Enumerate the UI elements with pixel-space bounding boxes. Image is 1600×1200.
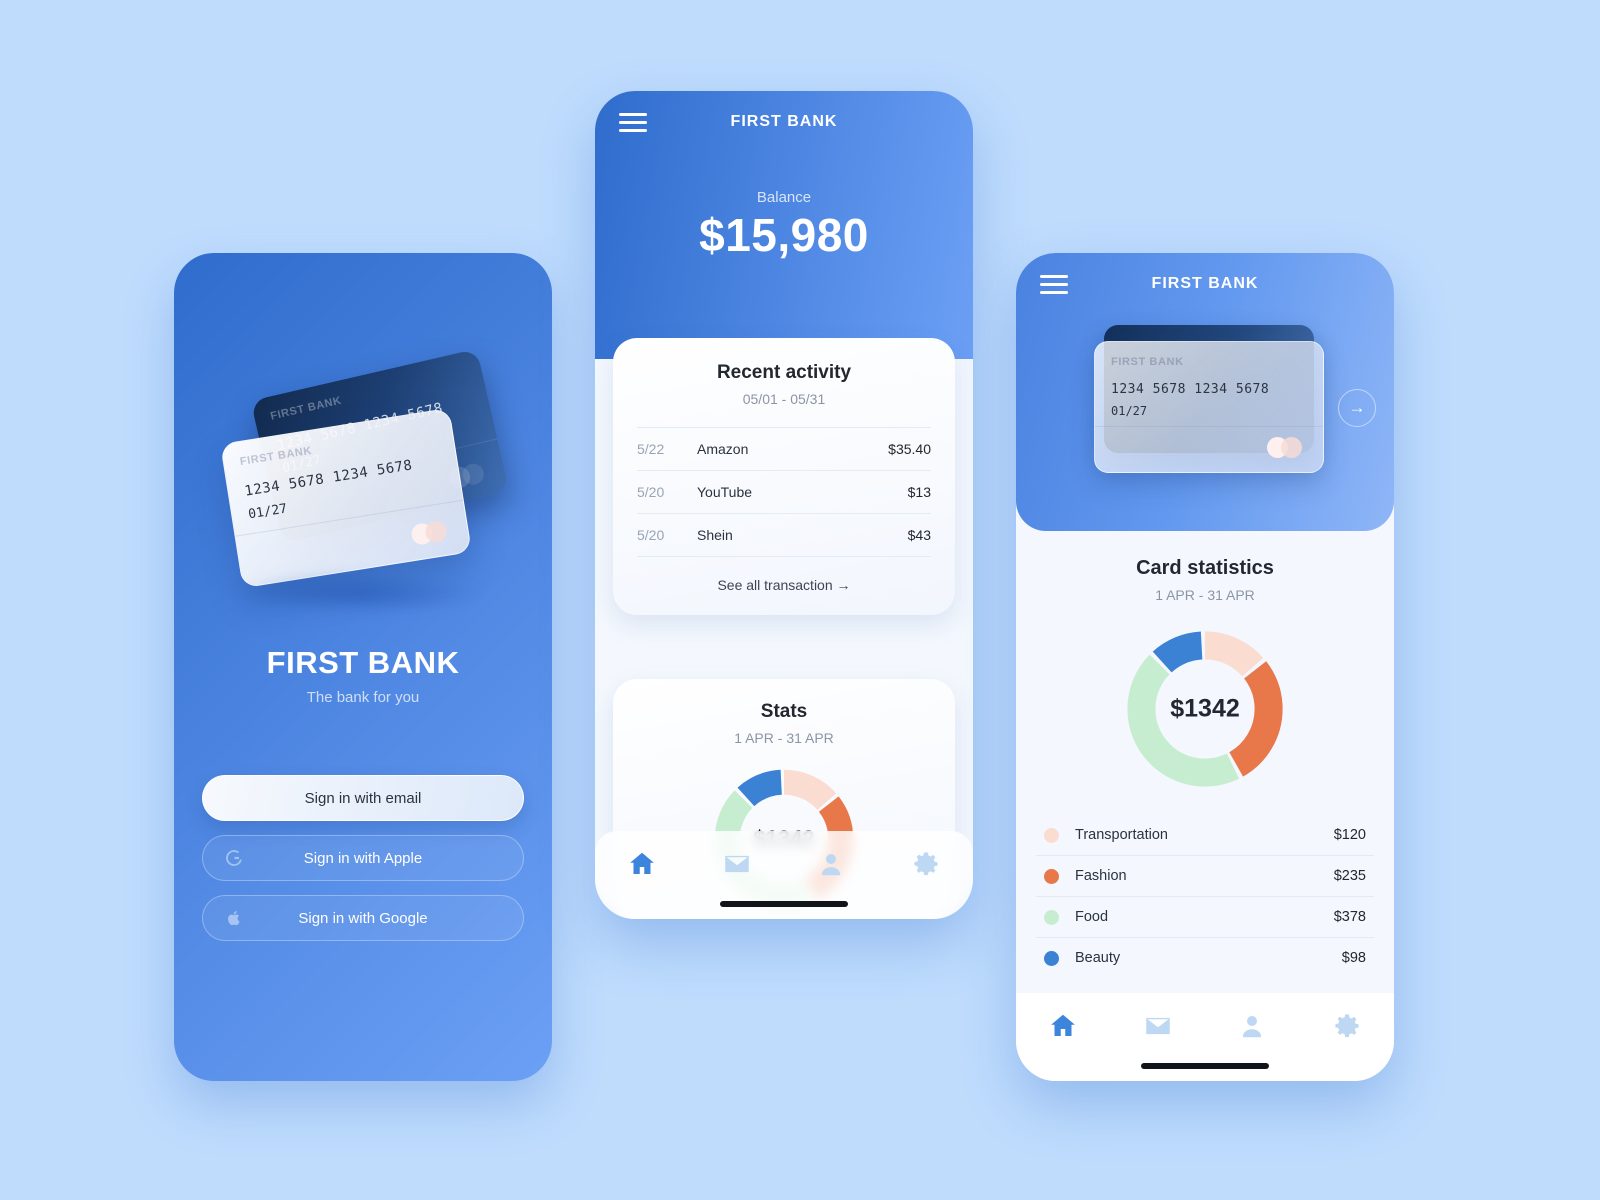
page-title: FIRST BANK	[266, 645, 460, 680]
tab-settings[interactable]	[1332, 1011, 1362, 1041]
legend-label: Fashion	[1075, 868, 1127, 884]
dashboard-screen: FIRST BANK Balance $15,980 Recent activi…	[595, 91, 973, 919]
card-statistics-screen: FIRST BANK FIRST BANK 1234 5678 1234 567…	[1016, 253, 1394, 1081]
legend-color-dot	[1044, 909, 1059, 925]
card-brand: FIRST BANK	[1111, 356, 1184, 368]
table-row[interactable]: 5/20 Shein $43	[637, 513, 931, 557]
legend-value: $378	[1333, 909, 1366, 925]
recent-activity-date-range: 05/01 - 05/31	[742, 391, 826, 407]
app-title: FIRST BANK	[730, 113, 838, 130]
sign-in-apple-label: Sign in with Apple	[303, 849, 423, 867]
transaction-amount: $13	[907, 484, 931, 500]
sign-in-google-label: Sign in with Google	[298, 909, 428, 927]
canvas: FIRST BANK 1234 5678 1234 5678 01/27 FIR…	[0, 0, 1600, 1200]
tab-settings[interactable]	[911, 849, 941, 879]
sign-in-apple-button[interactable]: Sign in with Apple	[202, 835, 524, 881]
card-chip-icon	[1267, 437, 1307, 458]
top-bar: FIRST BANK	[595, 91, 973, 153]
login-screen: FIRST BANK 1234 5678 1234 5678 01/27 FIR…	[174, 253, 552, 1081]
transaction-merchant: YouTube	[697, 484, 753, 500]
top-bar: FIRST BANK	[1016, 253, 1394, 315]
page-title: Card statistics	[1136, 557, 1274, 579]
balance-label: Balance	[756, 189, 812, 206]
app-title: FIRST BANK	[1151, 275, 1259, 292]
apple-logo-icon	[223, 907, 245, 929]
transaction-date: 5/22	[637, 441, 665, 457]
arrow-right-icon[interactable]: →	[1338, 389, 1376, 427]
home-indicator	[1141, 1063, 1269, 1069]
recent-activity-title: Recent activity	[716, 362, 852, 383]
transaction-amount: $35.40	[888, 441, 931, 457]
tab-home[interactable]	[627, 849, 657, 879]
transaction-amount: $43	[907, 527, 931, 543]
tab-mail[interactable]	[722, 849, 752, 879]
table-row[interactable]: 5/22 Amazon $35.40	[637, 427, 931, 470]
tab-mail[interactable]	[1143, 1011, 1173, 1041]
legend-label: Food	[1075, 909, 1109, 925]
donut-center-total: $1342	[1170, 694, 1240, 723]
stats-date-range: 1 APR - 31 APR	[734, 730, 834, 746]
transaction-merchant: Shein	[697, 527, 733, 543]
card-statistics-donut-chart: $1342	[1121, 625, 1289, 793]
home-indicator	[720, 901, 848, 907]
list-item[interactable]: Beauty $98	[1036, 938, 1374, 978]
sign-in-google-button[interactable]: Sign in with Google	[202, 895, 524, 941]
credit-card-front[interactable]: FIRST BANK 1234 5678 1234 5678 01/27	[1094, 341, 1324, 473]
dashboard-header: FIRST BANK Balance $15,980	[595, 91, 973, 359]
legend-value: $120	[1333, 827, 1366, 843]
hamburger-menu-icon[interactable]	[1040, 270, 1068, 299]
recent-activity-card: Recent activity 05/01 - 05/31 5/22 Amazo…	[613, 338, 955, 615]
list-item[interactable]: Food $378	[1036, 897, 1374, 938]
stats-date-range: 1 APR - 31 APR	[1155, 587, 1255, 603]
statistics-header: FIRST BANK FIRST BANK 1234 5678 1234 567…	[1016, 253, 1394, 531]
see-all-transactions-link[interactable]: See all transaction →	[637, 577, 931, 593]
transaction-merchant: Amazon	[697, 441, 749, 457]
google-g-icon	[223, 847, 245, 869]
transaction-date: 5/20	[637, 484, 665, 500]
tab-profile[interactable]	[816, 849, 846, 879]
card-divider	[1095, 426, 1323, 427]
legend-color-dot	[1044, 950, 1059, 966]
card-chip-icon	[410, 519, 453, 547]
balance-amount: $15,980	[699, 209, 869, 261]
legend-color-dot	[1044, 868, 1059, 884]
tab-profile[interactable]	[1237, 1011, 1267, 1041]
card-carousel: FIRST BANK 1234 5678 1234 5678 01/27	[1094, 325, 1324, 475]
card-number: 1234 5678 1234 5678	[1111, 382, 1270, 397]
legend-value: $235	[1333, 868, 1366, 884]
legend-label: Beauty	[1075, 950, 1121, 966]
hamburger-menu-icon[interactable]	[619, 108, 647, 137]
brand-block: FIRST BANK The bank for you	[174, 645, 552, 706]
tab-home[interactable]	[1048, 1011, 1078, 1041]
sign-in-email-button[interactable]: Sign in with email	[202, 775, 524, 821]
legend-label: Transportation	[1075, 827, 1168, 843]
legend-value: $98	[1341, 950, 1366, 966]
page-subtitle: The bank for you	[306, 689, 420, 706]
table-row[interactable]: 5/20 YouTube $13	[637, 470, 931, 513]
transaction-date: 5/20	[637, 527, 665, 543]
auth-button-list: Sign in with email Sign in with Apple Si…	[202, 775, 524, 955]
transaction-list: 5/22 Amazon $35.40 5/20 YouTube $13 5/20…	[637, 427, 931, 557]
list-item[interactable]: Fashion $235	[1036, 856, 1374, 897]
stats-title: Stats	[760, 701, 808, 722]
sign-in-email-label: Sign in with email	[304, 789, 422, 807]
legend-color-dot	[1044, 827, 1059, 843]
card-glow	[234, 573, 484, 613]
list-item[interactable]: Transportation $120	[1036, 815, 1374, 856]
category-legend: Transportation $120 Fashion $235 Food $3…	[1036, 815, 1374, 978]
card-expiry: 01/27	[1111, 404, 1148, 418]
